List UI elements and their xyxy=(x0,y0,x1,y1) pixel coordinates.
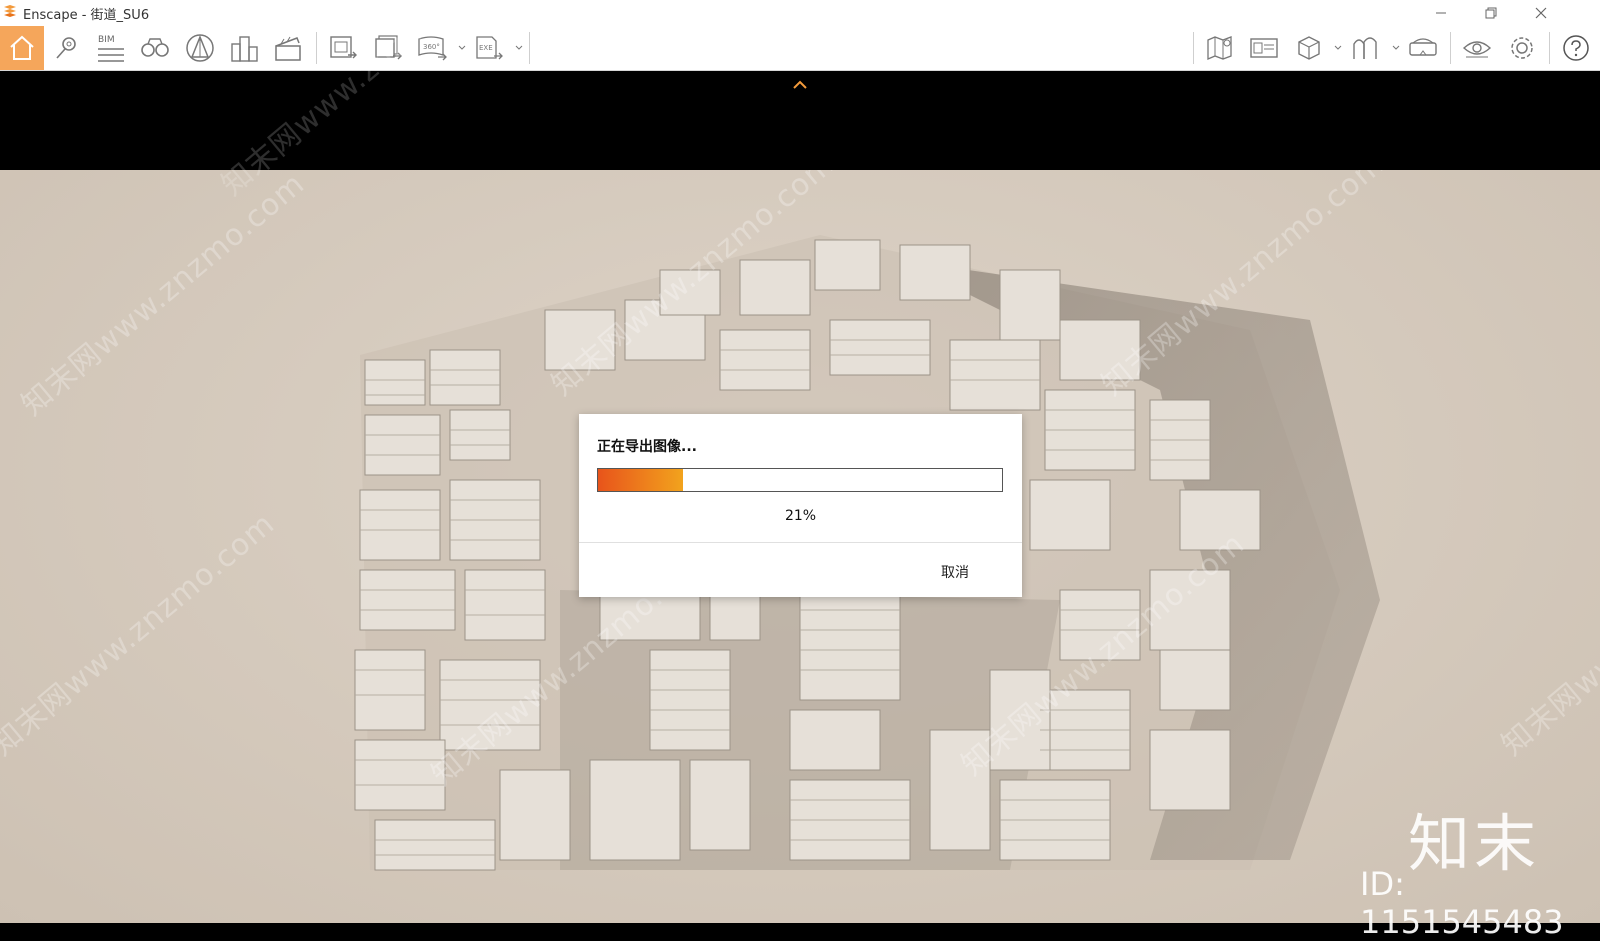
location-pin-icon xyxy=(56,37,76,59)
toolbar-separator xyxy=(529,32,530,64)
video-editor-button[interactable] xyxy=(266,26,310,70)
vr-headset-button[interactable] xyxy=(1401,26,1445,70)
cube-button[interactable] xyxy=(1287,26,1331,70)
panel-icon xyxy=(1250,38,1278,58)
perspective-icon xyxy=(186,34,214,62)
help-button[interactable] xyxy=(1554,26,1598,70)
collapse-toolbar-icon[interactable] xyxy=(792,80,808,90)
location-button[interactable] xyxy=(45,26,89,70)
buildings-button[interactable] xyxy=(222,26,266,70)
dialog-divider xyxy=(579,542,1022,543)
restore-button[interactable] xyxy=(1468,0,1514,26)
window-title: Enscape - 街道_SU6 xyxy=(23,8,150,23)
minimize-button[interactable] xyxy=(1418,0,1464,26)
export-progress-bar xyxy=(597,468,1003,492)
asset-library-dropdown[interactable] xyxy=(1392,26,1400,70)
clapper-icon xyxy=(275,36,301,61)
bim-icon: BIM xyxy=(98,35,124,62)
binoculars-icon xyxy=(141,38,169,57)
close-button[interactable] xyxy=(1518,0,1564,26)
home-button[interactable] xyxy=(0,26,44,70)
bim-label: BIM xyxy=(98,35,115,45)
visual-settings-button[interactable] xyxy=(1455,26,1499,70)
progress-fill xyxy=(598,469,683,491)
export-360-dropdown[interactable] xyxy=(458,26,466,70)
map-icon xyxy=(1207,36,1232,60)
main-toolbar: BIM 360° EXE xyxy=(0,26,1600,89)
chevron-down-icon xyxy=(1334,45,1342,50)
chevron-down-icon xyxy=(458,45,466,50)
view-button[interactable] xyxy=(133,26,177,70)
settings-button[interactable] xyxy=(1500,26,1544,70)
cancel-button[interactable]: 取消 xyxy=(941,562,969,582)
toolbar-separator xyxy=(1193,32,1194,64)
panel-button[interactable] xyxy=(1242,26,1286,70)
chevron-down-icon xyxy=(1392,45,1400,50)
eye-icon xyxy=(1462,41,1492,58)
help-icon xyxy=(1563,35,1589,61)
minimize-icon xyxy=(1436,12,1446,14)
export-exe-dropdown[interactable] xyxy=(515,26,523,70)
label-exe: EXE xyxy=(479,44,493,52)
close-icon xyxy=(1535,7,1547,19)
brand-id-watermark: ID: 1151545483 xyxy=(1360,865,1564,941)
vr-headset-icon xyxy=(1409,38,1437,56)
map-button[interactable] xyxy=(1198,26,1242,70)
export-exe-icon: EXE xyxy=(476,36,503,60)
export-message: 正在导出图像... xyxy=(597,439,697,455)
gear-icon xyxy=(1511,37,1533,59)
cube-dropdown[interactable] xyxy=(1334,26,1342,70)
export-exe-button[interactable]: EXE xyxy=(467,26,511,70)
perspective-button[interactable] xyxy=(178,26,222,70)
asset-library-icon xyxy=(1353,37,1377,59)
enscape-logo-icon xyxy=(4,5,16,17)
progress-percent: 21% xyxy=(784,508,817,524)
toolbar-separator xyxy=(1549,32,1550,64)
bim-button[interactable]: BIM xyxy=(89,26,133,70)
home-icon xyxy=(10,35,34,60)
toolbar-separator xyxy=(316,32,317,64)
toolbar-separator xyxy=(1450,32,1451,64)
export-progress-dialog: 正在导出图像... 21% 取消 xyxy=(579,414,1022,597)
restore-icon xyxy=(1485,7,1497,19)
title-bar: Enscape - 街道_SU6 xyxy=(0,0,1600,26)
chevron-down-icon xyxy=(515,45,523,50)
buildings-icon xyxy=(231,36,258,62)
asset-library-button[interactable] xyxy=(1344,26,1388,70)
cube-icon xyxy=(1298,36,1320,60)
